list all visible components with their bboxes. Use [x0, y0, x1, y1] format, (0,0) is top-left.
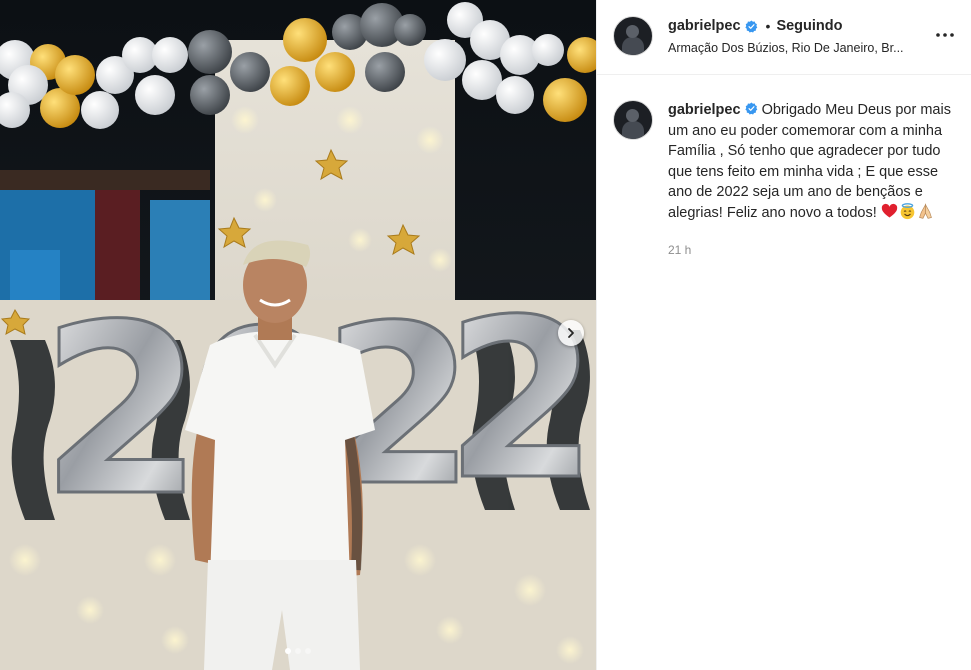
carousel-dot	[285, 648, 291, 654]
separator-dot: •	[765, 18, 771, 34]
more-horizontal-icon	[936, 33, 954, 37]
post-header: gabrielpec • Seguindo Armação Dos Búzios…	[597, 0, 971, 75]
avatar[interactable]	[613, 16, 653, 56]
caption-text-block: gabrielpec Obrigado Meu Deus por mais um…	[668, 100, 955, 223]
following-button[interactable]: Seguindo	[776, 18, 842, 34]
carousel-dot	[305, 648, 311, 654]
post-timestamp[interactable]: 21 h	[668, 240, 955, 261]
carousel-indicator	[0, 648, 596, 654]
folded-hands-emoji	[918, 202, 932, 219]
header-text: gabrielpec • Seguindo Armação Dos Búzios…	[668, 16, 955, 74]
avatar[interactable]	[613, 100, 653, 140]
username-link[interactable]: gabrielpec	[668, 18, 741, 34]
caption-username-link[interactable]: gabrielpec	[668, 102, 741, 118]
verified-badge-icon	[744, 102, 758, 115]
carousel-dot	[295, 648, 301, 654]
smiling-face-with-halo-emoji	[900, 202, 915, 219]
location-link[interactable]: Armação Dos Búzios, Rio De Janeiro, Br..…	[668, 41, 916, 55]
verified-badge-icon	[744, 20, 758, 33]
header-user-row: gabrielpec • Seguindo	[668, 16, 955, 36]
heart-emoji	[881, 203, 897, 217]
caption-comment: gabrielpec Obrigado Meu Deus por mais um…	[597, 75, 971, 261]
caption-body: gabrielpec Obrigado Meu Deus por mais um…	[668, 100, 955, 261]
balloon-digit: 2	[40, 275, 204, 548]
post-photo[interactable]: 2 2 2 0	[0, 0, 596, 670]
photo-image: 2 2 2 0	[0, 0, 596, 670]
post-details-panel: gabrielpec • Seguindo Armação Dos Búzios…	[596, 0, 971, 670]
more-options-button[interactable]	[933, 23, 957, 47]
balloon-digit: 2	[445, 272, 596, 528]
post-modal: 2 2 2 0	[0, 0, 971, 670]
carousel-next-button[interactable]	[558, 320, 584, 346]
caption-emojis	[881, 202, 935, 221]
chevron-right-icon	[568, 328, 574, 338]
